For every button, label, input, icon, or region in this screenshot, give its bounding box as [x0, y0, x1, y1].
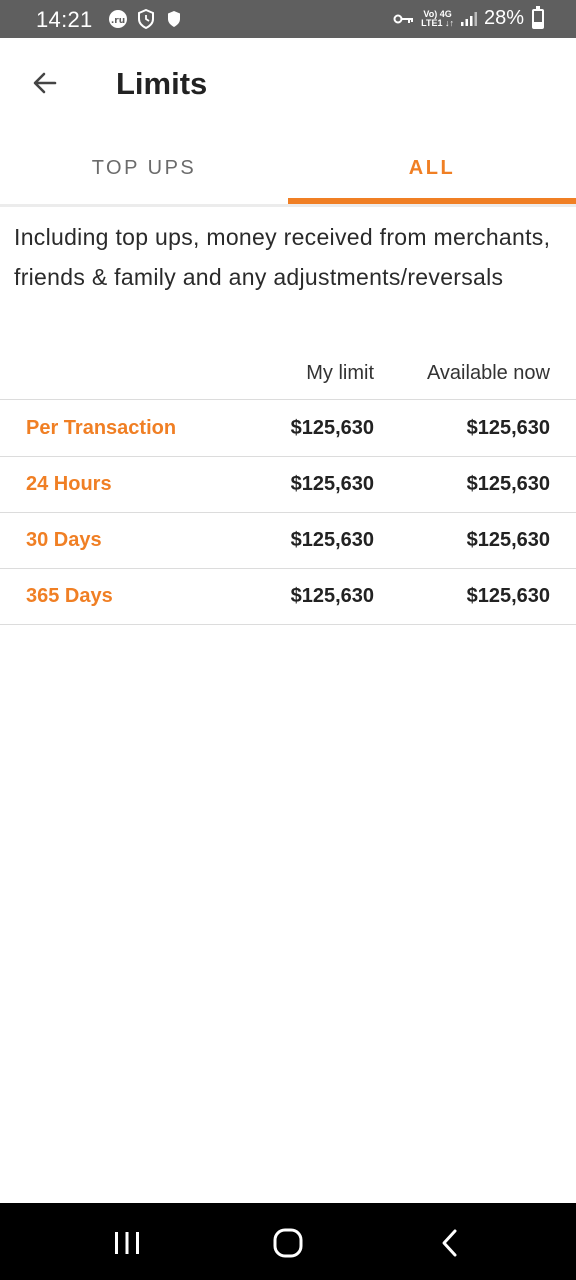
volte-icon: Vo) 4G LTE1 ↓↑ — [421, 9, 454, 28]
recent-apps-icon — [115, 1232, 139, 1254]
arrow-left-icon — [33, 72, 57, 94]
battery-icon — [532, 5, 544, 29]
tab-all[interactable]: ALL — [288, 130, 576, 206]
ru-app-icon: .ru — [109, 10, 127, 28]
tab-top-ups[interactable]: TOP UPS — [0, 130, 288, 206]
table-row: Per Transaction $125,630 $125,630 — [0, 401, 576, 457]
row-label: Per Transaction — [26, 417, 177, 439]
recent-apps-button[interactable] — [97, 1221, 157, 1265]
my-limit-value: $125,630 — [290, 585, 374, 607]
shield-icon — [168, 11, 180, 27]
back-icon — [442, 1229, 457, 1257]
table-row: 30 Days $125,630 $125,630 — [0, 513, 576, 569]
row-label: 30 Days — [26, 529, 102, 551]
table-row: 24 Hours $125,630 $125,630 — [0, 457, 576, 513]
my-limit-value: $125,630 — [290, 473, 374, 495]
my-limit-value: $125,630 — [290, 529, 374, 551]
battery-fill — [534, 22, 542, 27]
available-value: $125,630 — [466, 529, 550, 551]
page-title: Limits — [116, 66, 208, 101]
system-back-button[interactable] — [420, 1221, 480, 1265]
svg-text:.ru: .ru — [111, 16, 125, 26]
app-bar: Limits — [0, 38, 576, 130]
home-button[interactable] — [258, 1221, 318, 1265]
available-value: $125,630 — [466, 473, 550, 495]
signal-icon — [460, 11, 477, 26]
tab-divider — [0, 204, 576, 207]
row-label: 365 Days — [26, 585, 113, 607]
status-bar: 14:21 .ru Vo) 4G LTE1 ↓↑ 28% — [0, 0, 576, 38]
network-line2: LTE1 ↓↑ — [421, 17, 454, 28]
column-header-my-limit: My limit — [306, 362, 374, 384]
system-nav-bar — [0, 1203, 576, 1280]
shield-clock-icon — [138, 9, 154, 29]
table-row: 365 Days $125,630 $125,630 — [0, 569, 576, 625]
available-value: $125,630 — [466, 417, 550, 439]
row-label: 24 Hours — [26, 473, 112, 495]
my-limit-value: $125,630 — [290, 417, 374, 439]
home-icon — [273, 1228, 303, 1258]
notification-icons: .ru — [108, 9, 184, 29]
tab-bar: TOP UPS ALL — [0, 130, 576, 207]
status-time: 14:21 — [36, 7, 93, 32]
limits-description: Including top ups, money received from m… — [14, 224, 551, 290]
column-header-available-now: Available now — [426, 362, 550, 384]
back-button[interactable] — [22, 60, 68, 106]
vpn-key-icon — [393, 14, 414, 23]
status-right: Vo) 4G LTE1 ↓↑ 28% — [393, 5, 544, 30]
available-value: $125,630 — [466, 585, 550, 607]
table-header: My limit Available now — [0, 350, 576, 400]
battery-percent: 28% — [483, 7, 524, 29]
